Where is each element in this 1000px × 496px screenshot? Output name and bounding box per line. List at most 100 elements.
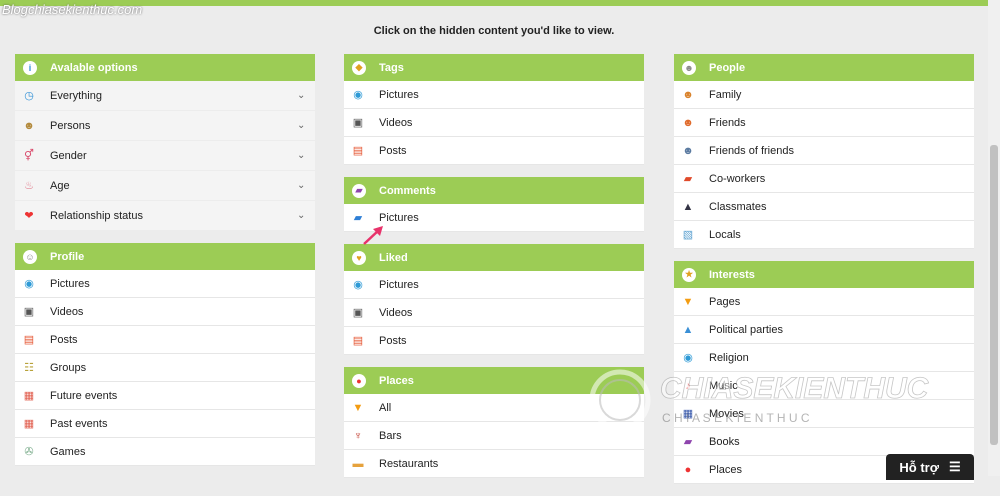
chevron-down-icon[interactable]: ⌄ xyxy=(297,210,309,221)
liked-panel: ♥ Liked ◉ Pictures ▣ Videos ▤ Posts xyxy=(344,244,644,355)
people-item-label: Friends xyxy=(709,116,746,129)
profile-row-groups[interactable]: ☷ Groups xyxy=(15,354,315,382)
comment-icon: ▰ xyxy=(352,183,366,198)
places-title: Places xyxy=(379,374,414,387)
liked-item-label: Posts xyxy=(379,334,407,347)
options-row-gender[interactable]: ⚥ Gender ⌄ xyxy=(15,141,315,171)
profile-row-games[interactable]: ✇ Games xyxy=(15,438,315,466)
support-button[interactable]: Hỗ trợ ☰ xyxy=(886,454,974,480)
profile-item-label: Videos xyxy=(50,305,84,318)
profile-panel: ☺ Profile ◉ Pictures ▣ Videos ▤ Posts ☷ Groups ▦… xyxy=(15,243,315,466)
friends-of-friends-icon: ☻ xyxy=(682,144,694,157)
profile-row-future-events[interactable]: ▦ Future events xyxy=(15,382,315,410)
people-icon: ☻ xyxy=(682,60,696,75)
friends-icon: ☻ xyxy=(682,116,694,129)
posts-icon: ▤ xyxy=(352,335,364,347)
profile-row-pictures[interactable]: ◉ Pictures xyxy=(15,270,315,298)
options-item-label: Gender xyxy=(50,149,87,162)
liked-title: Liked xyxy=(379,251,408,264)
column-left: i Avalable options ◷ Everything ⌄ ☻ Persons ⌄… xyxy=(15,54,315,478)
options-item-label: Age xyxy=(50,179,70,192)
profile-row-posts[interactable]: ▤ Posts xyxy=(15,326,315,354)
family-icon: ☻ xyxy=(682,88,694,101)
interests-row-pages[interactable]: ▼ Pages xyxy=(674,288,974,316)
music-icon: ♪ xyxy=(685,379,691,392)
map-icon: ▧ xyxy=(682,229,694,241)
interests-item-label: Movies xyxy=(709,407,744,420)
places-panel: ● Places ▼ All ♆ Bars ▬ Restaurants xyxy=(344,367,644,478)
people-row-family[interactable]: ☻ Family xyxy=(674,81,974,109)
tags-row-videos[interactable]: ▣ Videos xyxy=(344,109,644,137)
column-right: ☻ People ☻ Family ☻ Friends ☻ Friends of frie… xyxy=(674,54,974,496)
interests-item-label: Religion xyxy=(709,351,749,364)
tags-header: ◆ Tags xyxy=(344,54,644,81)
interests-row-political-parties[interactable]: ▲ Political parties xyxy=(674,316,974,344)
info-icon: i xyxy=(23,60,37,75)
people-row-locals[interactable]: ▧ Locals xyxy=(674,221,974,249)
interests-row-music[interactable]: ♪ Music xyxy=(674,372,974,400)
people-row-co-workers[interactable]: ▰ Co-workers xyxy=(674,165,974,193)
options-row-age[interactable]: ♨ Age ⌄ xyxy=(15,171,315,201)
support-label: Hỗ trợ xyxy=(899,459,939,475)
people-row-friends-of-friends[interactable]: ☻ Friends of friends xyxy=(674,137,974,165)
liked-row-pictures[interactable]: ◉ Pictures xyxy=(344,271,644,299)
people-item-label: Family xyxy=(709,88,742,101)
profile-item-label: Groups xyxy=(50,361,87,374)
star-icon: ★ xyxy=(682,267,696,282)
options-item-label: Persons xyxy=(50,119,91,132)
places-row-all[interactable]: ▼ All xyxy=(344,394,644,422)
briefcase-icon: ▰ xyxy=(683,173,693,185)
profile-row-past-events[interactable]: ▦ Past events xyxy=(15,410,315,438)
video-camera-icon: ▣ xyxy=(23,306,35,318)
chevron-down-icon[interactable]: ⌄ xyxy=(297,180,309,191)
interests-row-religion[interactable]: ◉ Religion xyxy=(674,344,974,372)
places-row-bars[interactable]: ♆ Bars xyxy=(344,422,644,450)
options-row-persons[interactable]: ☻ Persons ⌄ xyxy=(15,111,315,141)
interests-header: ★ Interests xyxy=(674,261,974,288)
people-row-classmates[interactable]: ▲ Classmates xyxy=(674,193,974,221)
liked-row-videos[interactable]: ▣ Videos xyxy=(344,299,644,327)
movies-icon: ▦ xyxy=(682,408,694,420)
profile-item-label: Games xyxy=(50,445,86,458)
chevron-down-icon[interactable]: ⌄ xyxy=(297,120,309,131)
interests-title: Interests xyxy=(709,268,755,281)
tag-icon: ◆ xyxy=(352,60,366,75)
tags-row-pictures[interactable]: ◉ Pictures xyxy=(344,81,644,109)
tags-row-posts[interactable]: ▤ Posts xyxy=(344,137,644,165)
options-panel: i Avalable options ◷ Everything ⌄ ☻ Persons ⌄… xyxy=(15,54,315,231)
places-row-restaurants[interactable]: ▬ Restaurants xyxy=(344,450,644,478)
posts-icon: ▤ xyxy=(352,145,364,157)
people-row-friends[interactable]: ☻ Friends xyxy=(674,109,974,137)
tags-panel: ◆ Tags ◉ Pictures ▣ Videos ▤ Posts xyxy=(344,54,644,165)
clock-icon: ◷ xyxy=(24,90,34,102)
options-row-everything[interactable]: ◷ Everything ⌄ xyxy=(15,81,315,111)
instruction-text: Click on the hidden content you'd like t… xyxy=(373,25,615,37)
book-icon: ▰ xyxy=(683,436,693,448)
people-item-label: Friends of friends xyxy=(709,144,794,157)
people-header: ☻ People xyxy=(674,54,974,81)
video-camera-icon: ▣ xyxy=(352,117,364,129)
column-middle: ◆ Tags ◉ Pictures ▣ Videos ▤ Posts ▰ Comments… xyxy=(344,54,644,490)
user-icon: ☺ xyxy=(23,249,37,264)
graduation-cap-icon: ▲ xyxy=(682,200,694,213)
liked-row-posts[interactable]: ▤ Posts xyxy=(344,327,644,355)
comments-row-pictures[interactable]: ▰ Pictures xyxy=(344,204,644,232)
options-row-relationship-status[interactable]: ❤ Relationship status ⌄ xyxy=(15,201,315,231)
interests-row-movies[interactable]: ▦ Movies xyxy=(674,400,974,428)
profile-row-videos[interactable]: ▣ Videos xyxy=(15,298,315,326)
tags-item-label: Posts xyxy=(379,144,407,157)
cake-icon: ♨ xyxy=(24,180,34,192)
interests-row-books[interactable]: ▰ Books xyxy=(674,428,974,456)
posts-icon: ▤ xyxy=(23,334,35,346)
scrollbar-thumb[interactable] xyxy=(990,145,998,445)
menu-icon: ☰ xyxy=(948,459,961,474)
places-item-label: All xyxy=(379,401,392,414)
chevron-down-icon[interactable]: ⌄ xyxy=(297,90,309,101)
groups-icon: ☷ xyxy=(24,362,34,374)
places-item-label: Bars xyxy=(379,429,402,442)
restaurant-icon: ▬ xyxy=(352,457,364,470)
games-icon: ✇ xyxy=(24,446,34,458)
page-scrollbar[interactable] xyxy=(988,0,1000,476)
chevron-down-icon[interactable]: ⌄ xyxy=(297,150,309,161)
profile-item-label: Past events xyxy=(50,417,108,430)
